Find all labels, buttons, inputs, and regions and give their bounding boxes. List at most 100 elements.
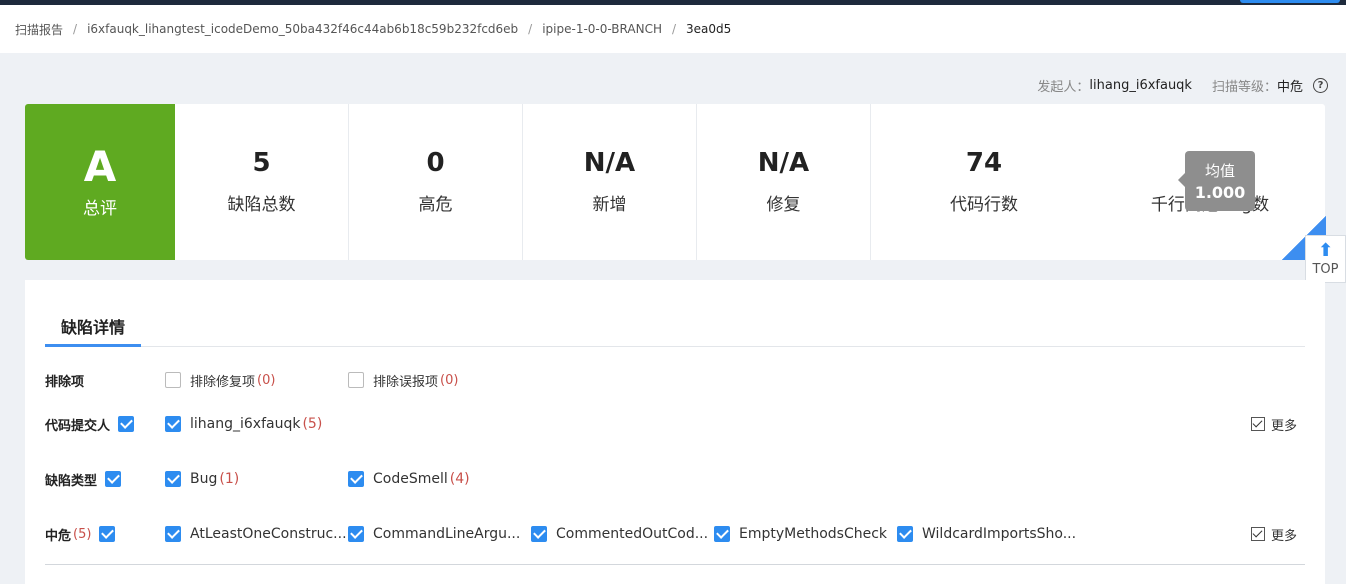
more-toggle[interactable]: 更多 [1250,415,1297,434]
option-label: AtLeastOneConstruc... [190,526,347,542]
scan-meta: 发起人： lihang_i6xfauqk 扫描等级： 中危 ? [1037,76,1328,95]
stat-label: 新增 [592,194,627,215]
option-label: WildcardImportsSho... [922,526,1077,542]
defect-detail-panel: 缺陷详情 排除项 排除修复项 (0) 排除误报项 (0) 代码提交人 lihan… [25,280,1325,584]
option-count: (1) [219,471,240,487]
checkbox-type-codesmell[interactable]: CodeSmell (4) [348,471,470,487]
checkbox-type-bug[interactable]: Bug (1) [165,471,239,487]
checkbox-unchecked-icon[interactable] [165,372,181,388]
stat-code-lines: 74 代码行数 [871,104,1097,260]
checkbox-checked-icon[interactable] [1250,527,1265,541]
checkbox-exclude-fixed[interactable]: 排除修复项 (0) [165,371,275,390]
stat-label: 高危 [418,194,453,215]
checkbox-checked-icon[interactable] [714,526,730,542]
checkbox-rule[interactable]: EmptyMethodsCheck [714,526,887,542]
grade-letter: A [83,141,117,191]
help-icon[interactable]: ? [1313,78,1328,93]
stat-new: N/A 新增 [523,104,697,260]
tab-defect-detail[interactable]: 缺陷详情 [45,314,141,347]
option-label: CommandLineArgu... [373,526,521,542]
breadcrumb-separator: / [671,22,677,36]
option-label: lihang_i6xfauqk [190,416,301,432]
checkbox-checked-icon[interactable] [99,526,116,542]
checkbox-checked-icon[interactable] [348,471,364,487]
checkbox-rule[interactable]: CommandLineArgu... [348,526,520,542]
average-tooltip: 均值 1.000 [1178,151,1255,211]
grade-label: 总评 [83,198,117,219]
checkbox-checked-icon[interactable] [118,416,135,432]
checkbox-checked-icon[interactable] [897,526,913,542]
stat-label: 缺陷总数 [227,194,296,215]
scan-level-label: 扫描等级： [1211,80,1277,95]
back-to-top-button[interactable]: ⬆ TOP [1305,235,1346,283]
stat-code-metrics: 74 代码行数 0 千行高危Bug数 [871,104,1323,260]
filter-label-text: 缺陷类型 [45,473,98,489]
stat-total-defects: 5 缺陷总数 [175,104,349,260]
filter-label-type: 缺陷类型 [45,470,122,489]
option-count: (0) [257,372,276,388]
more-label: 更多 [1270,418,1297,434]
header-action-button[interactable] [1240,0,1340,3]
stat-value: 5 [252,147,271,178]
initiator-value: lihang_i6xfauqk [1089,78,1192,93]
option-count: (4) [449,471,470,487]
initiator-label: 发起人： [1037,80,1090,95]
filter-label-exclude: 排除项 [45,374,85,390]
tooltip-label: 均值 [1204,162,1235,180]
overall-grade: A 总评 [25,104,175,260]
filter-row-exclude: 排除项 排除修复项 (0) 排除误报项 (0) [45,369,1305,391]
option-label: CodeSmell [373,471,448,487]
filter-label-committer: 代码提交人 [45,415,135,434]
checkbox-unchecked-icon[interactable] [348,372,364,388]
stat-value: N/A [583,147,636,178]
option-label: EmptyMethodsCheck [739,526,888,542]
checkbox-rule[interactable]: WildcardImportsSho... [897,526,1076,542]
option-label: CommentedOutCod... [556,526,709,542]
breadcrumb-item-commit: 3ea0d5 [686,22,732,36]
filter-row-medium: 中危 (5) AtLeastOneConstruc... CommandLine… [45,523,1305,545]
filter-label-count: (5) [73,526,92,542]
stat-label: 修复 [766,194,801,215]
breadcrumb-separator: / [73,22,78,36]
checkbox-committer[interactable]: lihang_i6xfauqk (5) [165,416,322,432]
tooltip-value: 1.000 [1194,183,1246,202]
checkbox-checked-icon[interactable] [165,416,181,432]
option-label: 排除误报项 [373,374,439,390]
checkbox-exclude-false-positive[interactable]: 排除误报项 (0) [348,371,458,390]
option-count: (0) [440,372,459,388]
checkbox-checked-icon[interactable] [165,471,181,487]
breadcrumb-item-repo[interactable]: i6xfauqk_lihangtest_icodeDemo_50ba432f46… [87,22,518,36]
filter-row-type: 缺陷类型 Bug (1) CodeSmell (4) [45,468,1305,490]
checkbox-rule[interactable]: CommentedOutCod... [531,526,708,542]
breadcrumb-item-branch[interactable]: ipipe-1-0-0-BRANCH [542,22,662,36]
checkbox-checked-icon[interactable] [531,526,547,542]
checkbox-checked-icon[interactable] [1250,417,1265,431]
filter-label-medium: 中危 (5) [45,525,116,544]
stat-value: 74 [965,147,1003,178]
option-label: Bug [190,471,218,487]
option-count: (5) [302,416,323,432]
stat-fixed: N/A 修复 [697,104,871,260]
tab-bar: 缺陷详情 [45,280,1305,347]
breadcrumb-separator: / [528,22,533,36]
checkbox-checked-icon[interactable] [105,471,122,487]
checkbox-checked-icon[interactable] [165,526,181,542]
back-to-top-label: TOP [1312,261,1339,277]
checkbox-checked-icon[interactable] [348,526,364,542]
summary-card: A 总评 5 缺陷总数 0 高危 N/A 新增 N/A 修复 74 代码行数 0… [25,104,1325,260]
scan-level-value: 中危 [1276,80,1303,95]
checkbox-rule[interactable]: AtLeastOneConstruc... [165,526,347,542]
divider [45,564,1305,565]
option-label: 排除修复项 [190,374,256,390]
more-label: 更多 [1270,528,1297,544]
filter-row-committer: 代码提交人 lihang_i6xfauqk (5) 更多 [45,413,1305,435]
arrow-up-icon: ⬆ [1317,239,1334,261]
more-toggle[interactable]: 更多 [1250,525,1297,544]
breadcrumb: 扫描报告 / i6xfauqk_lihangtest_icodeDemo_50b… [0,5,1346,53]
stat-label: 代码行数 [950,194,1018,215]
filter-label-text: 代码提交人 [45,418,111,434]
breadcrumb-item-report[interactable]: 扫描报告 [15,21,63,38]
filter-label-text: 中危 [45,528,72,544]
stat-value: 0 [426,147,445,178]
stat-value: N/A [757,147,810,178]
